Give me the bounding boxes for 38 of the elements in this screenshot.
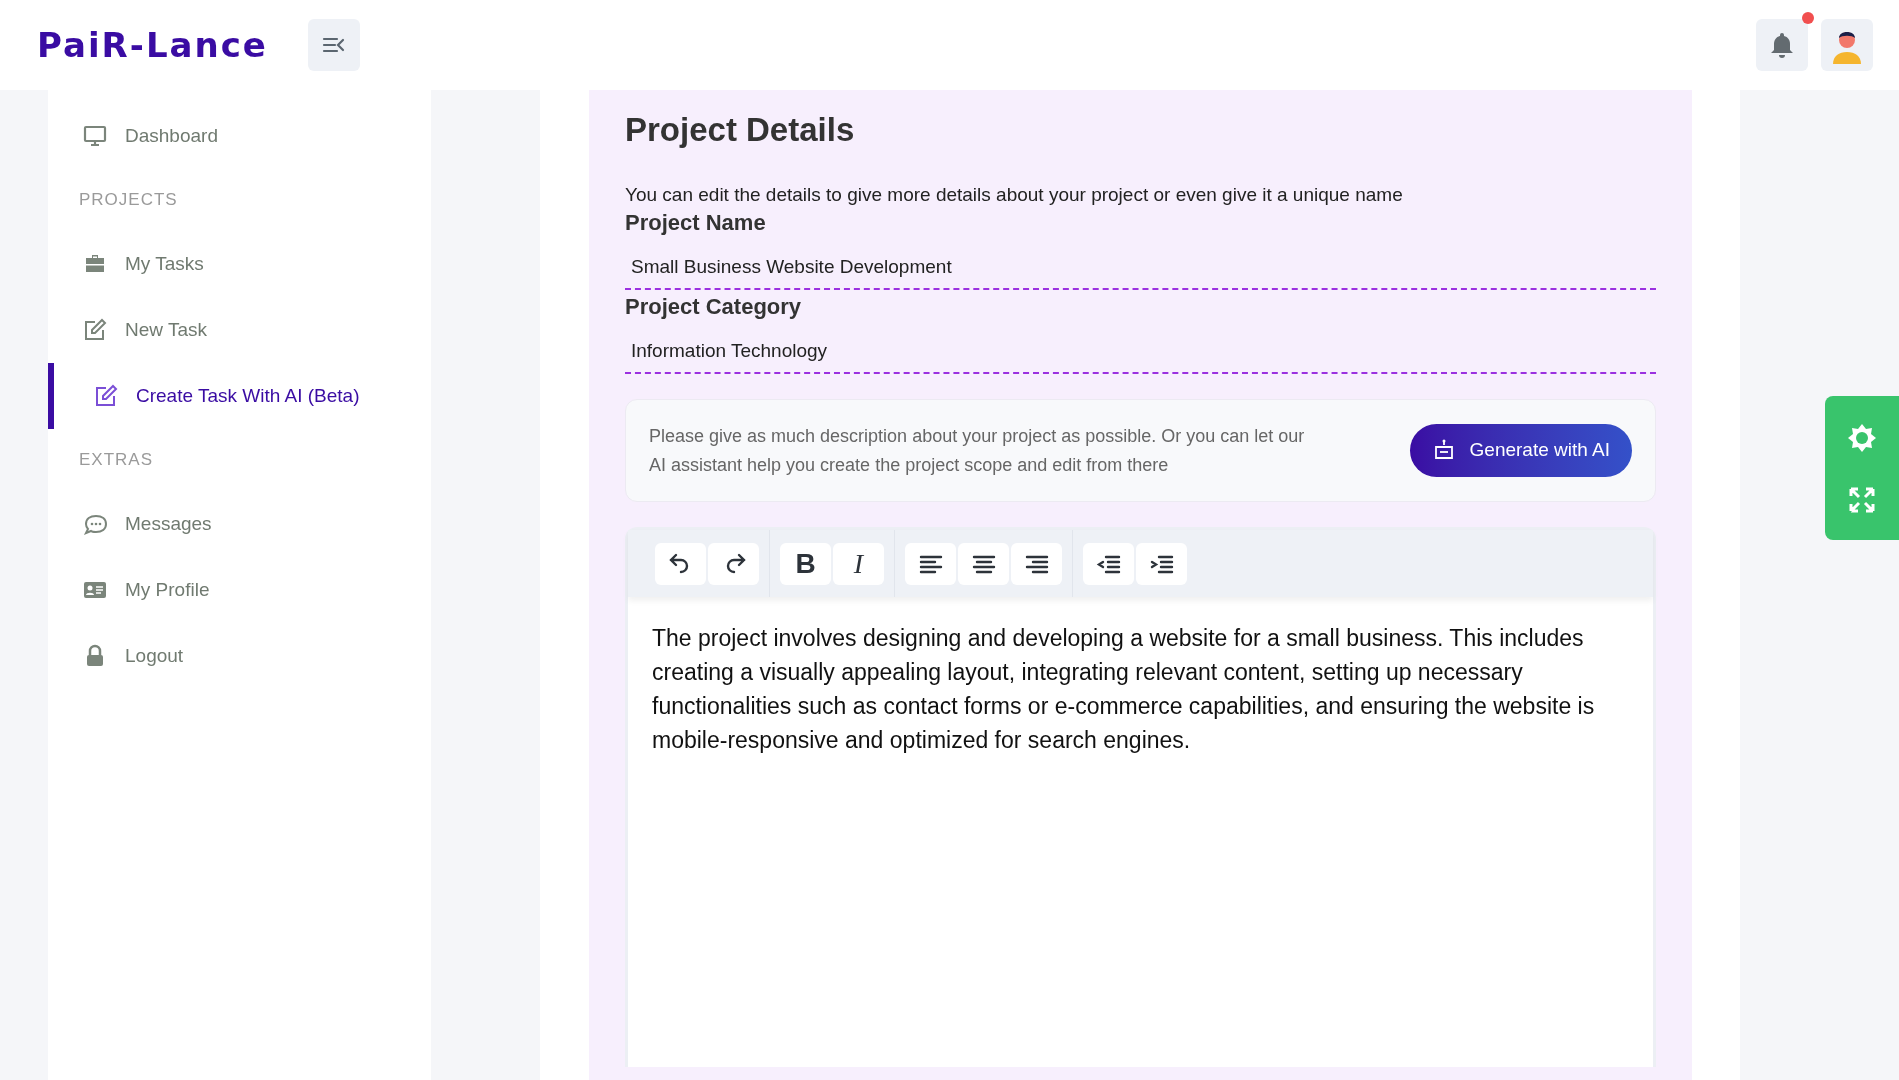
sidebar-item[interactable]: Logout	[48, 623, 431, 689]
sidebar-item[interactable]: My Tasks	[48, 231, 431, 297]
sidebar-item[interactable]: Messages	[48, 491, 431, 557]
align-center-button[interactable]	[958, 542, 1009, 585]
redo-button[interactable]	[708, 542, 759, 585]
rich-text-editor[interactable]	[625, 527, 1656, 1067]
text-input[interactable]: Information Technology	[625, 330, 1656, 374]
bold-button[interactable]: B	[780, 542, 831, 585]
edit-icon	[83, 318, 107, 342]
align-right-button[interactable]	[1011, 542, 1062, 585]
section-heading: PROJECTS	[79, 189, 178, 212]
italic-button[interactable]: I	[833, 542, 884, 585]
sidebar-item[interactable]: My Profile	[48, 557, 431, 623]
ai-prompt-text: Please give as much description about your project as possible. Or you can let our AI assistant help you create the project scope and edit from there	[649, 424, 1306, 477]
chat-icon	[83, 512, 107, 536]
indent-button[interactable]	[1136, 542, 1187, 585]
field-label: Project Category	[625, 294, 803, 320]
sidebar-item[interactable]: Dashboard	[48, 103, 431, 169]
profile-button[interactable]	[1821, 19, 1873, 71]
align-left-button[interactable]	[905, 542, 956, 585]
field-label: Project Name	[625, 210, 767, 236]
edit-icon	[94, 384, 118, 408]
menu-toggle-button[interactable]	[308, 19, 360, 71]
notifications-button[interactable]	[1756, 19, 1808, 71]
text-input[interactable]: Small Business Website Development	[625, 246, 1656, 290]
menu-collapse-icon	[322, 36, 346, 54]
editor-text: The project involves designing and developing a website for a small business. This includes creating a visually appealing layout, integrating relevant content, setting up necessary functionalities such as contact forms or e-commerce capabilities, and ensuring the website is mobile-responsive and optimized for search engines.	[651, 624, 1596, 755]
monitor-icon	[83, 124, 107, 148]
bell-icon	[1770, 32, 1794, 58]
sidebar-item[interactable]: Create Task With AI (Beta)	[48, 363, 431, 429]
generate-with-ai-button[interactable]: Generate with AI	[1409, 424, 1632, 477]
sidebar-item[interactable]: New Task	[48, 297, 431, 363]
logo: PaiR-Lance	[37, 23, 269, 67]
page-title: Project Details	[625, 110, 856, 150]
undo-button[interactable]	[655, 542, 706, 585]
intro-text: You can edit the details to give more details about your project or even give it a unique name	[625, 184, 1404, 206]
outdent-button[interactable]	[1083, 542, 1134, 585]
section-heading: EXTRAS	[79, 449, 154, 472]
